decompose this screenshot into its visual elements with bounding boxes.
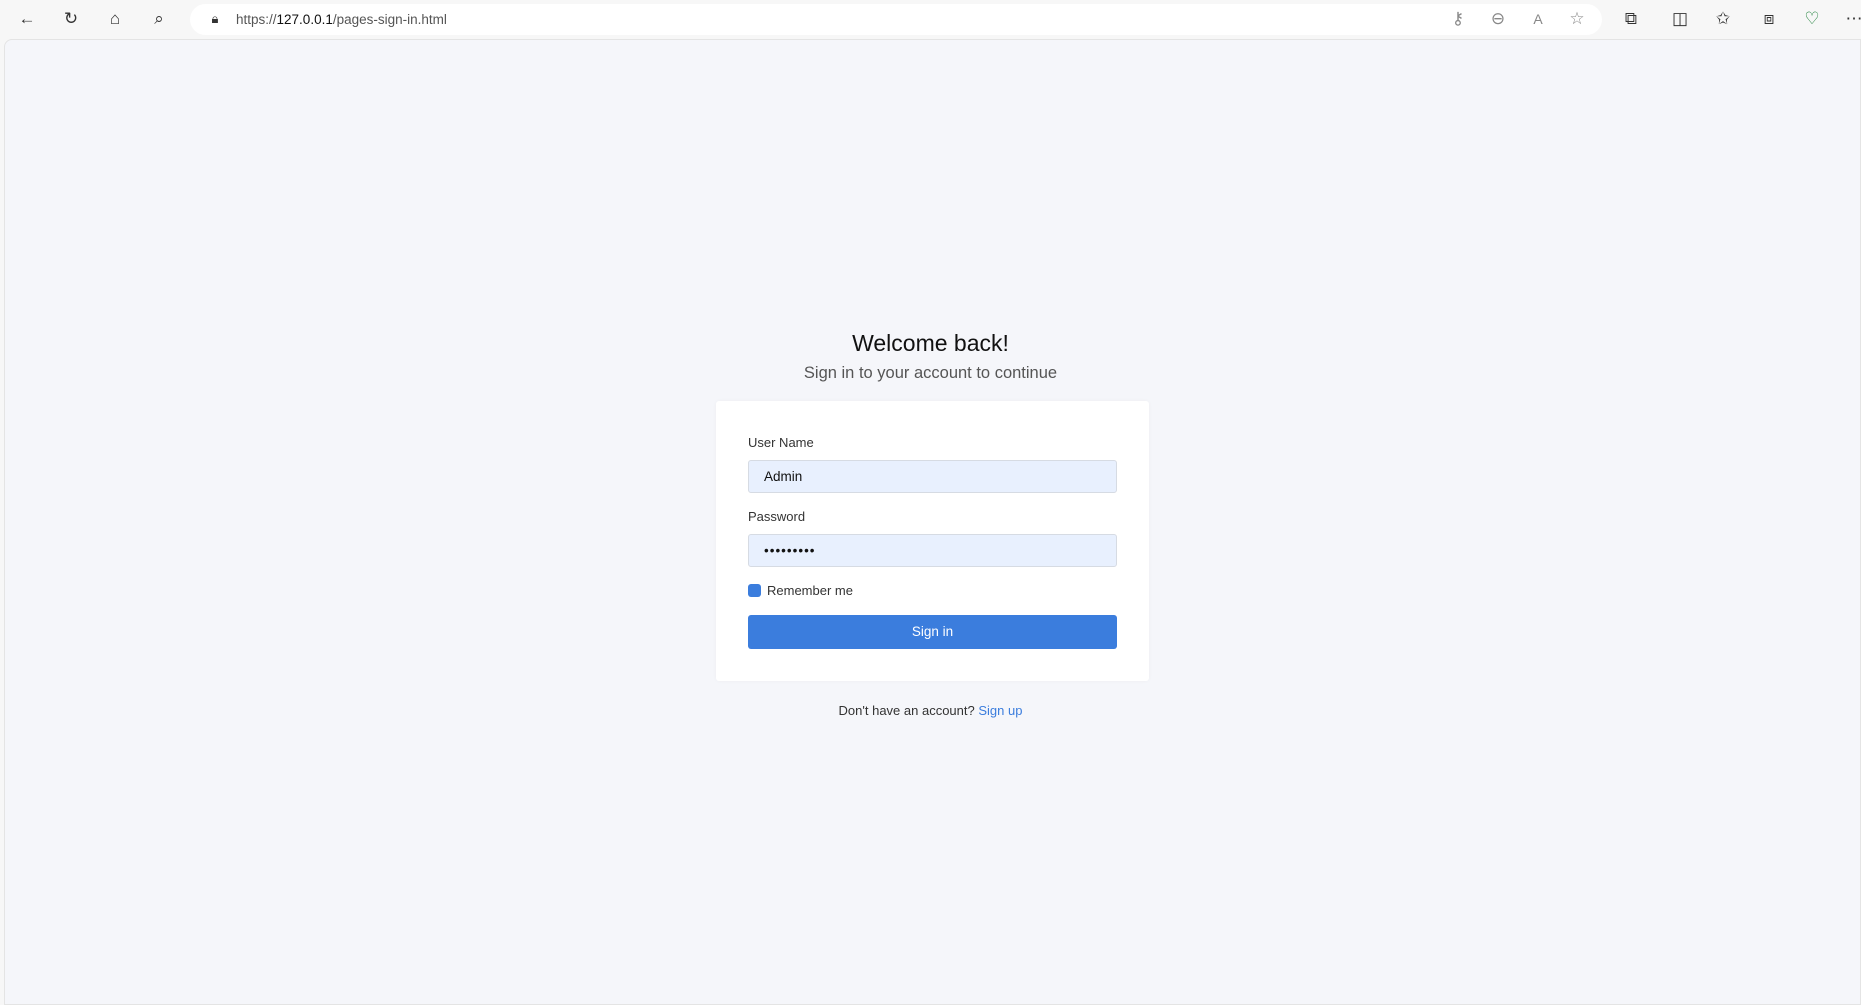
url-host: 127.0.0.1 xyxy=(276,12,333,27)
page-title: Welcome back! xyxy=(852,330,1009,356)
search-icon[interactable]: ⌕ xyxy=(148,8,170,30)
lock-icon[interactable]: 🔒︎ xyxy=(204,8,226,30)
remember-me-label[interactable]: Remember me xyxy=(767,583,853,598)
key-icon[interactable]: ⚷ xyxy=(1447,8,1469,30)
browser-toolbar: ← ↻ ⌂ ⌕ 🔒︎ https://127.0.0.1/pages-sign-… xyxy=(0,0,1861,39)
favorite-star-icon[interactable]: ☆ xyxy=(1566,8,1588,30)
sign-up-link[interactable]: Sign up xyxy=(978,703,1022,718)
extensions-icon[interactable]: ⧉ xyxy=(1620,8,1642,30)
home-icon[interactable]: ⌂ xyxy=(104,8,126,30)
username-input[interactable]: Admin xyxy=(748,460,1117,493)
back-icon[interactable]: ← xyxy=(16,8,38,30)
address-bar[interactable]: 🔒︎ https://127.0.0.1/pages-sign-in.html xyxy=(190,4,1602,35)
password-input[interactable]: ••••••••• xyxy=(748,534,1117,567)
url-text: https://127.0.0.1/pages-sign-in.html xyxy=(236,12,447,27)
username-label: User Name xyxy=(748,435,814,450)
signup-prompt-text: Don't have an account? xyxy=(838,703,975,718)
more-icon[interactable]: ⋯ xyxy=(1843,8,1861,30)
browser-essentials-icon[interactable]: ♡ xyxy=(1801,8,1823,30)
read-aloud-icon[interactable]: A xyxy=(1527,8,1549,30)
zoom-out-icon[interactable]: ⊖ xyxy=(1487,8,1509,30)
remember-me-checkbox[interactable] xyxy=(748,584,761,597)
url-path: /pages-sign-in.html xyxy=(332,12,447,27)
reload-icon[interactable]: ↻ xyxy=(60,8,82,30)
sign-in-card: User Name Admin Password ••••••••• Remem… xyxy=(716,401,1149,681)
split-screen-icon[interactable]: ◫ xyxy=(1669,8,1691,30)
url-prefix: https:// xyxy=(236,12,277,27)
signup-prompt: Don't have an account? Sign up xyxy=(0,703,1861,718)
page-subtitle: Sign in to your account to continue xyxy=(803,364,1058,382)
password-label: Password xyxy=(748,509,806,524)
sign-in-button[interactable]: Sign in xyxy=(748,615,1117,649)
favorites-icon[interactable]: ✩ xyxy=(1712,8,1734,30)
collections-icon[interactable]: ⧈ xyxy=(1758,8,1780,30)
